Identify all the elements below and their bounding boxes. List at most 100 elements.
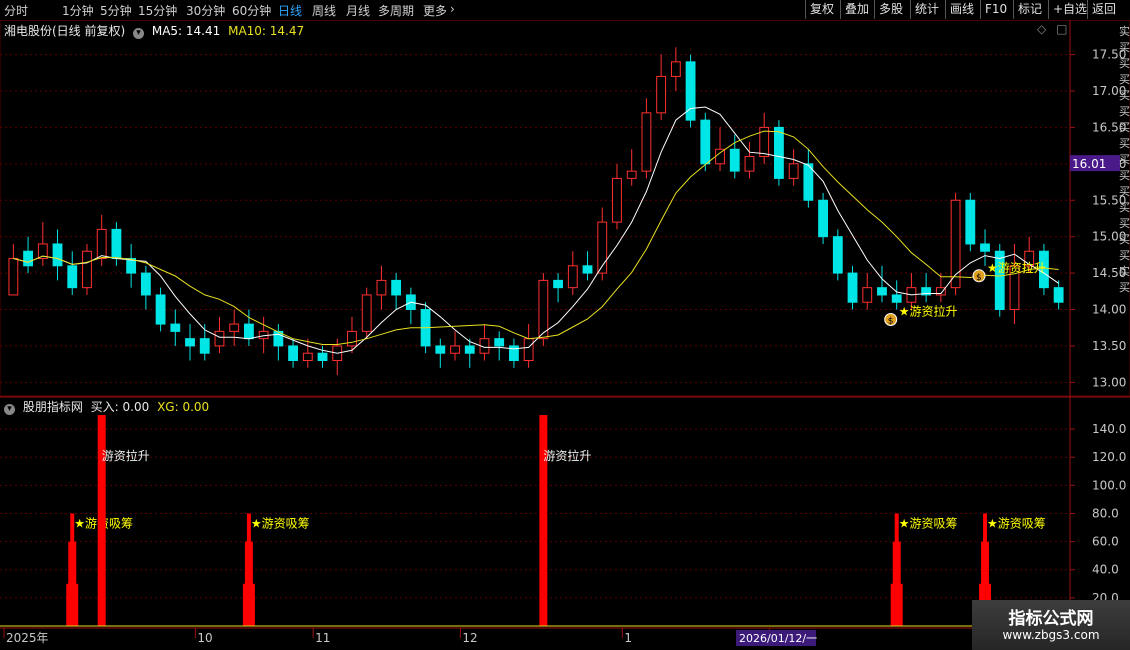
candle-body [847, 272, 858, 303]
strip-char: 买 [1119, 249, 1130, 262]
accumulate-signal-label: ★游资吸筹 [899, 516, 958, 530]
candle-body [553, 279, 564, 289]
price-tick-label: 13.50 [1092, 339, 1126, 353]
period-8[interactable]: 月线 [346, 2, 370, 19]
indicator-tick-label: 40.0 [1092, 563, 1119, 577]
period-9[interactable]: 多周期 [378, 2, 414, 19]
toolbar-button-5[interactable]: F10 [980, 0, 1011, 19]
toolbar-button-1[interactable]: 叠加 [840, 0, 873, 19]
kline-chart[interactable]: 17.5017.0016.5016.0015.5015.0014.5014.00… [0, 20, 1130, 650]
period-5[interactable]: 60分钟 [232, 2, 271, 19]
candle-body [670, 61, 681, 77]
indicator-tick-label: 140.0 [1092, 422, 1126, 436]
settings-icon[interactable]: ▾ [133, 28, 145, 39]
candle-body [288, 345, 298, 362]
candle-body [376, 279, 387, 296]
toolbar-button-3[interactable]: 统计 [910, 0, 943, 19]
main-info-bar: 湘电股份(日线 前复权) ▾ MA5: 14.41 MA10: 14.47 [4, 22, 304, 39]
strip-char: 买 [1119, 217, 1130, 230]
accumulate-signal-label: ★游资吸筹 [987, 516, 1046, 530]
candle-body [199, 338, 210, 354]
candle-body [965, 199, 976, 245]
candle-body [214, 330, 225, 347]
pull-signal-label: 游资拉升 [543, 448, 591, 463]
candle-body [302, 352, 313, 362]
indicator-tick-label: 100.0 [1092, 478, 1126, 492]
cursor-date-label: 2026/01/12/一 [739, 632, 817, 645]
candle-body [715, 148, 725, 165]
strip-char: 买 [1119, 89, 1130, 102]
candle-body [626, 170, 637, 179]
period-0[interactable]: 分时 [4, 2, 28, 19]
candle-body [391, 279, 402, 296]
period-4[interactable]: 30分钟 [186, 2, 225, 19]
diamond-icon[interactable]: ◇ [1037, 22, 1046, 36]
chart-area: 17.5017.0016.5016.0015.5015.0014.5014.00… [0, 20, 1130, 650]
ma5-label: MA5: 14.41 [151, 24, 221, 38]
candle-body [567, 265, 578, 289]
candle-body [641, 112, 652, 172]
buy-label: 买入: 0.00 [90, 400, 150, 414]
candle-body [700, 119, 711, 165]
period-6[interactable]: 日线 [278, 2, 302, 19]
toolbar-button-4[interactable]: 画线 [945, 0, 978, 19]
candle-body [435, 345, 446, 354]
candle-body [8, 258, 19, 296]
strip-char: 买 [1119, 185, 1130, 198]
candle-body [347, 330, 357, 347]
candle-body [229, 323, 240, 332]
period-10[interactable]: 更多 [423, 2, 447, 19]
accumulate-signal-label: ★游资吸筹 [251, 516, 310, 530]
candle-body [744, 156, 755, 172]
watermark-title: 指标公式网 [1008, 609, 1094, 629]
sub-settings-icon[interactable]: ▾ [4, 404, 15, 415]
candle-body [155, 294, 166, 325]
coin-glyph: $ [888, 317, 894, 327]
candle-body [656, 75, 667, 114]
xg-label: XG: 0.00 [157, 400, 210, 414]
date-tick-label: 1 [624, 631, 632, 645]
pull-signal-label: 游资拉升 [102, 448, 150, 463]
square-icon[interactable]: □ [1056, 22, 1067, 36]
candle-body [244, 323, 254, 340]
candle-body [538, 279, 549, 340]
period-1[interactable]: 1分钟 [62, 2, 94, 19]
indicator-tick-label: 120.0 [1092, 450, 1126, 464]
toolbar-button-7[interactable]: +自选 [1048, 0, 1091, 19]
corner-icons: ◇ □ [1037, 22, 1067, 36]
top-toolbar: 分时 1分钟 5分钟 15分钟 30分钟 60分钟 日线 周线 月线 多周期 更多 › 复权 叠加 多股 统计… [0, 0, 1130, 21]
candle-body [774, 126, 784, 179]
toolbar-button-2[interactable]: 多股 [874, 0, 907, 19]
candle-body [494, 338, 505, 347]
strip-char: 买 [1119, 281, 1130, 294]
chevron-right-icon[interactable]: › [450, 2, 455, 16]
strip-char: 买 [1119, 57, 1130, 70]
period-7[interactable]: 周线 [312, 2, 336, 19]
candle-body [170, 323, 181, 332]
strip-char: 实 [1119, 265, 1130, 278]
toolbar-button-0[interactable]: 复权 [805, 0, 838, 19]
candle-body [1053, 287, 1064, 303]
candle-body [82, 250, 92, 289]
indicator-tick-label: 60.0 [1092, 535, 1119, 549]
right-info-strip: 实买买买买买买买买买买买买买买实买 [1119, 24, 1130, 296]
price-tick-label: 13.00 [1092, 375, 1126, 389]
period-2[interactable]: 5分钟 [100, 2, 132, 19]
coin-glyph: $ [976, 273, 982, 283]
candle-body [464, 345, 475, 354]
main-signal-label: ★游资拉升 [899, 304, 958, 319]
toolbar-button-8[interactable]: 返回 [1087, 0, 1120, 19]
candle-body [523, 338, 534, 362]
strip-char: 买 [1119, 153, 1130, 166]
watermark-url: www.zbgs3.com [1002, 628, 1100, 642]
candle-body [877, 287, 887, 296]
candle-body [832, 236, 843, 274]
candle-body [818, 199, 829, 238]
candle-body [317, 352, 328, 362]
pull-signal-bar [97, 415, 106, 626]
toolbar-button-6[interactable]: 标记 [1013, 0, 1046, 19]
candle-body [361, 294, 372, 332]
candle-body [729, 148, 740, 172]
period-3[interactable]: 15分钟 [138, 2, 177, 19]
strip-char: 买 [1119, 121, 1130, 134]
